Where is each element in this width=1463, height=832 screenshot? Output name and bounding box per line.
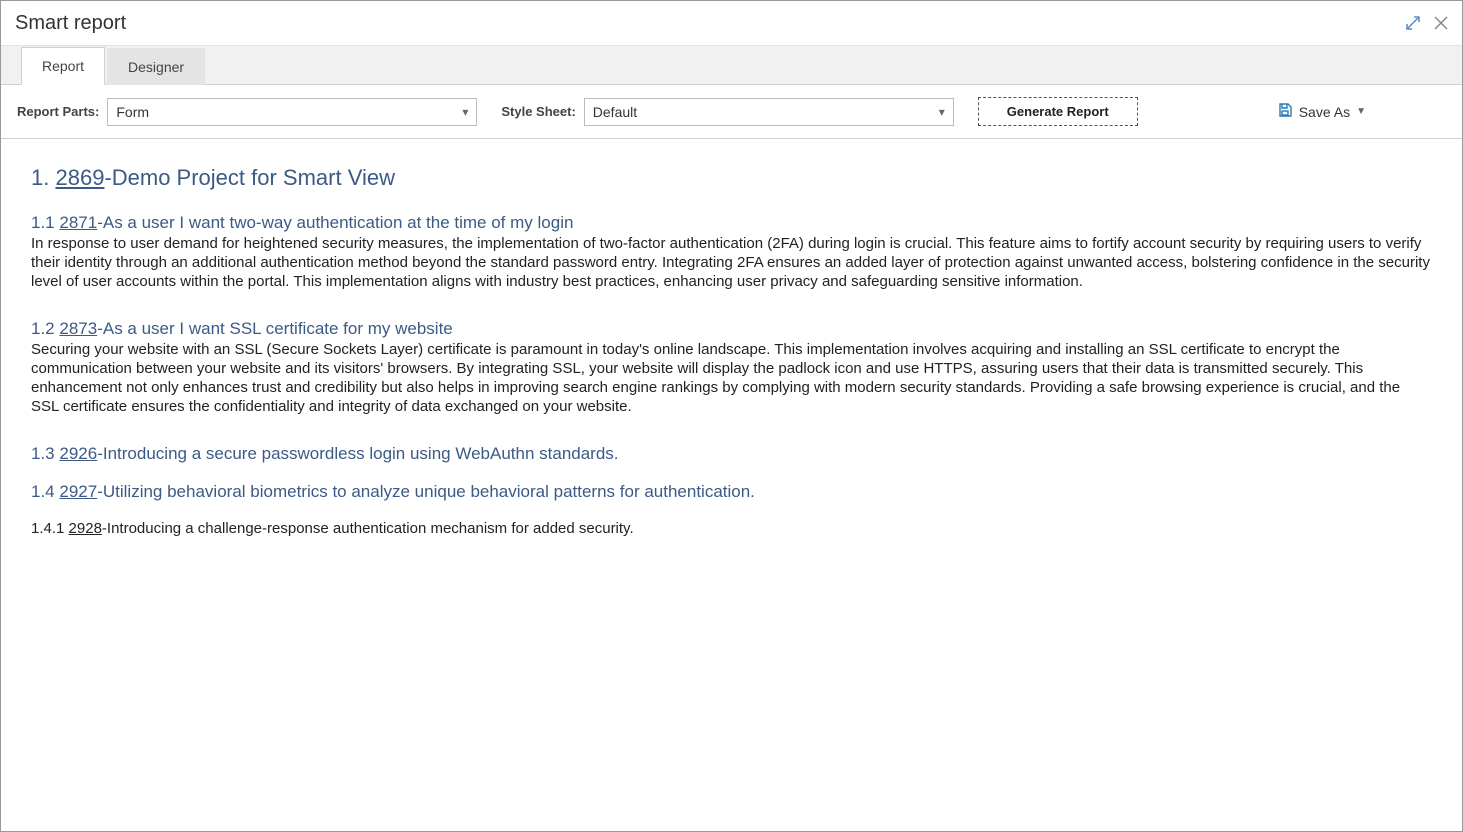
subitem-num: 1.4.1 bbox=[31, 520, 64, 537]
item-heading: 1.3 2926-Introducing a secure passwordle… bbox=[31, 444, 1432, 464]
style-sheet-select[interactable]: Default ▾ bbox=[584, 98, 954, 126]
report-subitem: 1.4.1 2928-Introducing a challenge-respo… bbox=[31, 520, 1432, 537]
item-id-link[interactable]: 2871 bbox=[59, 213, 97, 232]
item-num: 1.1 bbox=[31, 213, 55, 232]
item-body: In response to user demand for heightene… bbox=[31, 235, 1432, 291]
item-title: -As a user I want SSL certificate for my… bbox=[97, 319, 453, 338]
style-sheet-field: Style Sheet: Default ▾ bbox=[501, 98, 953, 126]
tab-designer[interactable]: Designer bbox=[107, 48, 205, 85]
item-title: -Utilizing behavioral biometrics to anal… bbox=[97, 482, 755, 501]
item-heading: 1.1 2871-As a user I want two-way authen… bbox=[31, 213, 1432, 233]
root-title: -Demo Project for Smart View bbox=[104, 165, 395, 190]
toolbar: Report Parts: Form ▾ Style Sheet: Defaul… bbox=[1, 85, 1462, 139]
chevron-down-icon: ▾ bbox=[462, 105, 468, 119]
item-id-link[interactable]: 2927 bbox=[59, 482, 97, 501]
report-parts-label: Report Parts: bbox=[17, 104, 99, 119]
close-icon[interactable] bbox=[1432, 14, 1450, 32]
save-as-label: Save As bbox=[1299, 104, 1350, 120]
item-heading: 1.4 2927-Utilizing behavioral biometrics… bbox=[31, 482, 1432, 502]
report-parts-field: Report Parts: Form ▾ bbox=[17, 98, 477, 126]
report-parts-select[interactable]: Form ▾ bbox=[107, 98, 477, 126]
window-title: Smart report bbox=[15, 12, 126, 35]
tabbar: Report Designer bbox=[1, 45, 1462, 85]
item-num: 1.3 bbox=[31, 444, 55, 463]
generate-report-button[interactable]: Generate Report bbox=[978, 97, 1138, 126]
subitem-id-link[interactable]: 2928 bbox=[69, 520, 102, 537]
style-sheet-value: Default bbox=[593, 104, 637, 120]
root-num: 1. bbox=[31, 165, 49, 190]
report-item: 1.4 2927-Utilizing behavioral biometrics… bbox=[31, 482, 1432, 502]
subitem-heading: 1.4.1 2928-Introducing a challenge-respo… bbox=[31, 520, 1432, 537]
item-num: 1.2 bbox=[31, 319, 55, 338]
report-content: 1. 2869-Demo Project for Smart View 1.1 … bbox=[1, 139, 1462, 831]
dropdown-triangle-icon: ▼ bbox=[1356, 106, 1366, 117]
item-id-link[interactable]: 2926 bbox=[59, 444, 97, 463]
titlebar: Smart report bbox=[1, 1, 1462, 45]
save-as-button[interactable]: Save As ▼ bbox=[1277, 102, 1446, 121]
chevron-down-icon: ▾ bbox=[939, 105, 945, 119]
subitem-title: -Introducing a challenge-response authen… bbox=[102, 520, 634, 537]
report-item: 1.2 2873-As a user I want SSL certificat… bbox=[31, 319, 1432, 416]
root-id-link[interactable]: 2869 bbox=[55, 165, 104, 190]
item-heading: 1.2 2873-As a user I want SSL certificat… bbox=[31, 319, 1432, 339]
save-icon bbox=[1277, 102, 1293, 121]
tab-report[interactable]: Report bbox=[21, 47, 105, 85]
item-title: -As a user I want two-way authentication… bbox=[97, 213, 573, 232]
report-parts-value: Form bbox=[116, 104, 149, 120]
item-id-link[interactable]: 2873 bbox=[59, 319, 97, 338]
style-sheet-label: Style Sheet: bbox=[501, 104, 575, 119]
expand-icon[interactable] bbox=[1404, 14, 1422, 32]
window-controls bbox=[1404, 14, 1450, 32]
item-num: 1.4 bbox=[31, 482, 55, 501]
report-root-heading: 1. 2869-Demo Project for Smart View bbox=[31, 165, 1432, 191]
item-body: Securing your website with an SSL (Secur… bbox=[31, 341, 1432, 416]
item-title: -Introducing a secure passwordless login… bbox=[97, 444, 618, 463]
report-item: 1.1 2871-As a user I want two-way authen… bbox=[31, 213, 1432, 291]
report-item: 1.3 2926-Introducing a secure passwordle… bbox=[31, 444, 1432, 464]
